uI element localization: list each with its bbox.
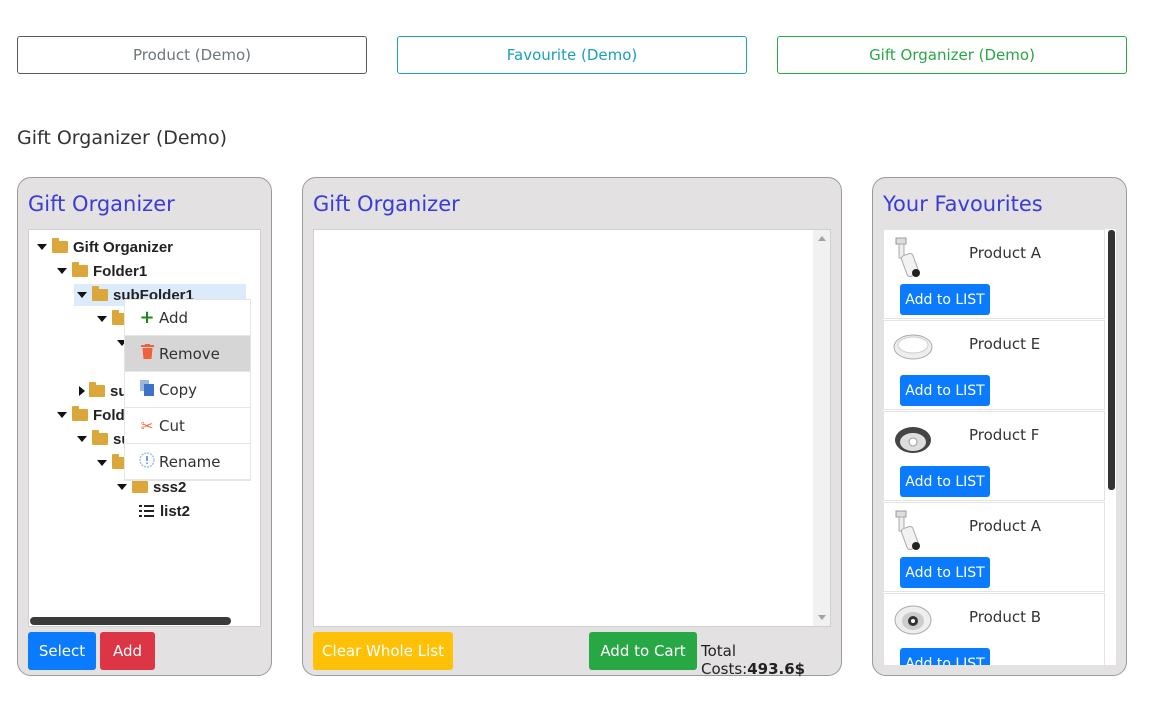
add-to-list-button[interactable]: Add to LIST [900,557,990,588]
context-menu-label: Rename [159,452,221,471]
track-light-icon [895,237,920,278]
favourite-item: Product A Add to LIST [883,229,1105,319]
caret-right-icon[interactable] [79,386,85,396]
context-menu-label: Cut [159,416,185,435]
context-menu-add[interactable]: + Add [125,300,250,336]
add-to-list-button[interactable]: Add to LIST [900,648,990,665]
tree-node-subfolder2[interactable]: su [77,428,131,450]
scissors-icon: ✂ [140,416,154,435]
plus-icon: + [139,307,155,328]
gift-organizer-demo-button[interactable]: Gift Organizer (Demo) [777,36,1127,74]
context-menu-cut[interactable]: ✂ Cut [125,408,250,444]
copy-icon [139,379,155,400]
favourites-panel-title: Your Favourites [883,192,1043,216]
total-costs-value: 493.6$ [747,660,806,678]
list-panel: Gift Organizer Clear Whole List Add to C… [302,177,842,678]
context-menu-rename[interactable]: Rename [125,444,250,480]
clear-whole-list-button[interactable]: Clear Whole List [313,632,453,670]
page-heading: Gift Organizer (Demo) [17,127,228,149]
folder-icon [92,430,108,445]
product-name: Product F [969,426,1040,444]
favourite-item: Product B Add to LIST [883,593,1105,665]
favourite-item: Product E Add to LIST [883,320,1105,410]
horizontal-scrollbar[interactable] [30,617,231,625]
round-panel-light-icon [893,334,933,360]
context-menu-label: Add [159,308,189,327]
vertical-scrollbar[interactable] [1108,230,1115,490]
favourites-panel: Your Favourites Product A Add to LIST Pr… [872,177,1127,676]
trash-icon [139,344,155,363]
downlight-icon [895,427,931,453]
caret-down-icon[interactable] [77,436,87,442]
product-demo-button[interactable]: Product (Demo) [17,36,367,74]
select-button[interactable]: Select [28,632,96,670]
folder-icon [72,406,88,421]
product-name: Product E [969,335,1041,353]
recessed-spot-icon [894,605,932,635]
tree-node-label: Gift Organizer [73,238,174,256]
tree-node-root[interactable]: Gift Organizer [37,236,173,258]
vertical-scrollbar[interactable] [813,230,830,626]
tree-node-list2[interactable]: list2 [137,500,190,522]
info-circle-icon [139,451,155,472]
tree-node-folder2[interactable]: Fold [57,404,125,426]
track-light-icon [895,510,920,551]
product-name: Product A [969,517,1041,535]
tree-node-label: list2 [160,502,191,520]
caret-down-icon[interactable] [97,316,107,322]
total-costs: Total Costs:493.6$ [701,642,841,678]
context-menu: + Add Remove Copy ✂ Cut Rename [124,299,251,481]
favourite-item: Product F Add to LIST [883,411,1105,501]
add-to-list-button[interactable]: Add to LIST [900,466,990,497]
caret-down-icon[interactable] [37,244,47,250]
context-menu-remove[interactable]: Remove [125,336,250,372]
product-name: Product B [969,608,1042,626]
folder-icon [132,478,148,493]
tree-node-collapsed[interactable]: su [77,380,128,402]
add-to-list-button[interactable]: Add to LIST [900,375,990,406]
folder-icon [89,382,105,397]
add-to-list-button[interactable]: Add to LIST [900,284,990,315]
favourite-item: Product A Add to LIST [883,502,1105,592]
tree-node-label: sss2 [153,478,187,496]
scroll-up-icon[interactable] [818,236,826,241]
caret-down-icon[interactable] [117,484,127,490]
folder-icon [52,238,68,253]
favourites-list[interactable]: Product A Add to LIST Product E Add to L… [883,229,1116,665]
scroll-down-icon[interactable] [818,615,826,620]
context-menu-label: Copy [159,380,198,399]
caret-down-icon[interactable] [57,412,67,418]
tree-node-folder1[interactable]: Folder1 [57,260,147,282]
caret-down-icon[interactable] [97,460,107,466]
favourite-demo-button[interactable]: Favourite (Demo) [397,36,747,74]
tree-panel-title: Gift Organizer [28,192,175,216]
caret-down-icon[interactable] [77,292,87,298]
folder-icon [72,262,88,277]
add-to-cart-button[interactable]: Add to Cart [589,632,697,670]
tree-node-label: Folder1 [93,262,148,280]
list-panel-title: Gift Organizer [313,192,460,216]
list-icon [139,505,154,517]
folder-icon [92,286,108,301]
context-menu-label: Remove [159,344,220,363]
product-name: Product A [969,244,1041,262]
total-costs-label: Total Costs: [701,642,748,678]
add-button[interactable]: Add [100,632,155,670]
gift-list[interactable] [313,229,831,627]
caret-down-icon[interactable] [57,268,67,274]
context-menu-copy[interactable]: Copy [125,372,250,408]
tree-node-label: Fold [93,406,125,424]
